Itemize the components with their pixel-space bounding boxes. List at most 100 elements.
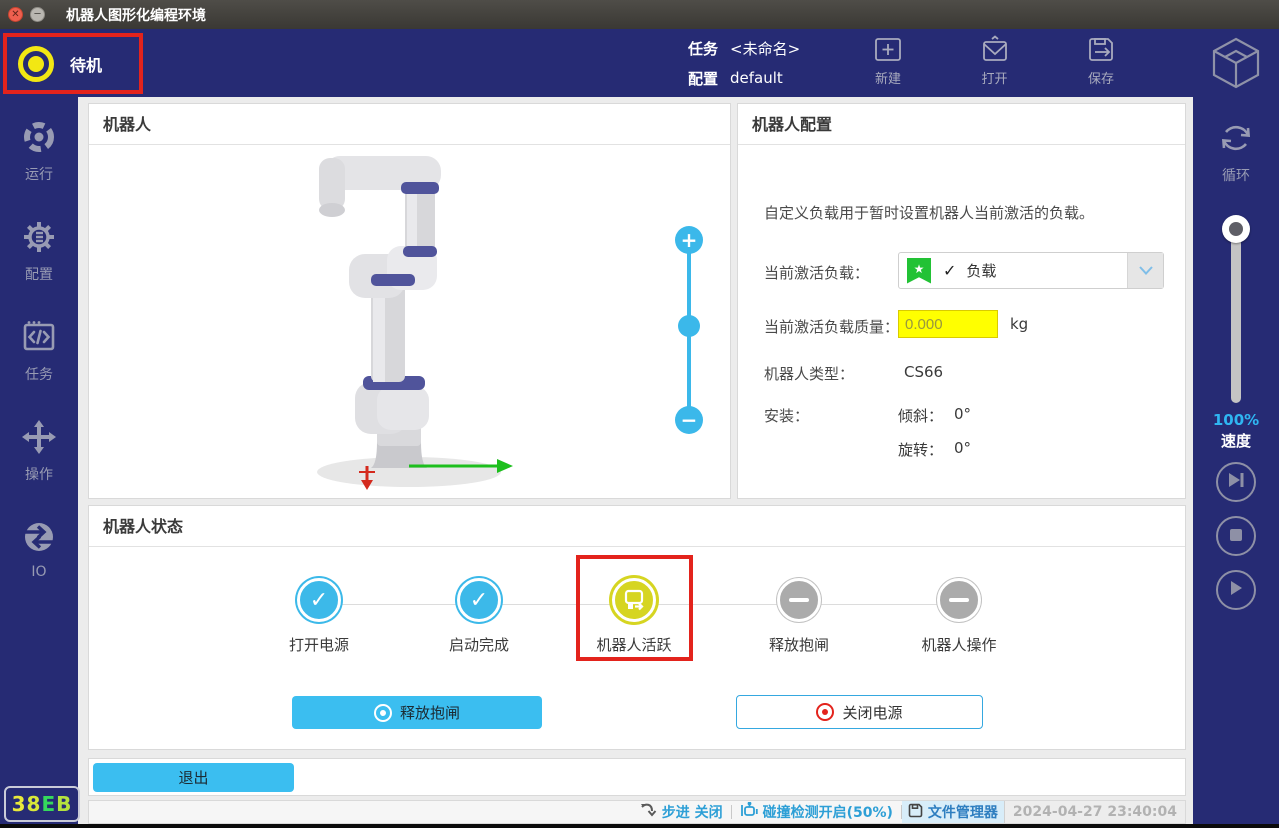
step-power-on-label: 打开电源 — [289, 634, 349, 655]
status-bar: 步进 关闭 碰撞检测开启(50%) 文件管理器 2024-0 — [88, 800, 1186, 824]
new-task-button[interactable]: 新建 — [872, 35, 904, 87]
status-panel-title: 机器人状态 — [89, 506, 1185, 547]
window-minimize-button[interactable]: ─ — [30, 7, 45, 22]
check-icon: ✓ — [297, 578, 341, 622]
tilt-label: 倾斜： — [898, 405, 943, 426]
active-payload-dropdown[interactable]: ★ ✓ 负载 — [898, 252, 1164, 289]
payload-description: 自定义负载用于暂时设置机器人当前激活的负载。 — [764, 202, 1094, 223]
gear-icon — [21, 219, 57, 259]
rotation-label: 旋转： — [898, 439, 943, 460]
payload-check-icon: ✓ — [943, 261, 956, 280]
config-label: 配置 — [688, 68, 718, 89]
play-button[interactable] — [1216, 570, 1256, 610]
release-brake-button[interactable]: 释放抱闸 — [292, 696, 542, 729]
collision-detection-indicator[interactable]: 碰撞检测开启(50%) — [732, 802, 901, 822]
header-actions: 新建 打开 — [872, 35, 1117, 87]
speed-slider[interactable] — [1193, 215, 1279, 405]
config-panel-title: 机器人配置 — [738, 104, 1185, 145]
power-off-button[interactable]: 关闭电源 — [736, 695, 983, 729]
run-icon — [21, 119, 57, 159]
robot-status-panel: 机器人状态 ✓ 打开电源 ✓ 启动完成 机器人活跃 释放抱闸 — [88, 505, 1186, 750]
open-task-button[interactable]: 打开 — [979, 35, 1011, 87]
sidebar-io-label: IO — [31, 564, 46, 580]
step-robot-operate-label: 机器人操作 — [921, 634, 996, 655]
power-off-button-label: 关闭电源 — [842, 702, 902, 723]
config-value: default — [730, 69, 783, 87]
step-startup-complete: ✓ 启动完成 — [421, 578, 537, 655]
speed-slider-knob[interactable] — [1222, 215, 1250, 243]
sidebar-task-label: 任务 — [25, 364, 53, 384]
target-icon — [374, 704, 392, 722]
save-task-label: 保存 — [1088, 68, 1114, 87]
open-file-icon — [979, 35, 1011, 65]
sidebar-item-operate[interactable]: 操作 — [0, 419, 78, 484]
exit-button[interactable]: 退出 — [93, 763, 294, 792]
zoom-out-button[interactable]: − — [675, 406, 703, 434]
stop-icon — [1229, 527, 1243, 546]
step-mode-icon — [640, 802, 657, 822]
file-manager-button[interactable]: 文件管理器 — [902, 801, 1004, 823]
right-sidebar: 循环 100% 速度 — [1193, 97, 1279, 824]
move-arrows-icon — [21, 419, 57, 459]
sidebar-item-io[interactable]: IO — [0, 519, 78, 580]
file-manager-label: 文件管理器 — [928, 802, 998, 822]
collision-detection-label: 碰撞检测开启(50%) — [763, 802, 893, 822]
zoom-in-button[interactable]: + — [675, 226, 703, 254]
save-icon — [1085, 35, 1117, 65]
sidebar-item-task[interactable]: 任务 — [0, 319, 78, 384]
window-title: 机器人图形化编程环境 — [66, 5, 206, 25]
standby-status-icon — [18, 46, 54, 82]
window-titlebar: ✕ ─ 机器人图形化编程环境 — [0, 0, 1279, 29]
sidebar-config-label: 配置 — [25, 264, 53, 284]
payload-bookmark-icon: ★ — [907, 258, 931, 284]
robot-programming-app: ✕ ─ 机器人图形化编程环境 待机 任务 <未命名> 配置 default — [0, 0, 1279, 828]
minus-icon — [777, 578, 821, 622]
task-value: <未命名> — [730, 38, 800, 59]
checksum-badge: 3 8 E B — [4, 786, 80, 822]
robot-mode-indicator[interactable]: 待机 — [3, 33, 143, 94]
step-startup-complete-label: 启动完成 — [449, 634, 509, 655]
step-mode-indicator[interactable]: 步进 关闭 — [632, 802, 731, 822]
robot-panel-title: 机器人 — [89, 104, 730, 145]
exit-row-panel: 退出 — [88, 758, 1186, 796]
new-file-icon — [872, 35, 904, 65]
window-close-button[interactable]: ✕ — [8, 7, 23, 22]
speed-percent-value: 100% — [1193, 411, 1279, 429]
zoom-slider-knob[interactable] — [678, 315, 700, 337]
step-robot-active: 机器人活跃 — [576, 578, 692, 655]
step-next-button[interactable] — [1216, 462, 1256, 502]
chevron-down-icon[interactable] — [1127, 253, 1163, 288]
save-task-button[interactable]: 保存 — [1085, 35, 1117, 87]
stop-button[interactable] — [1216, 516, 1256, 556]
standby-label: 待机 — [70, 52, 102, 76]
robot-type-value: CS66 — [904, 363, 943, 381]
sidebar-run-label: 运行 — [25, 164, 53, 184]
speed-slider-track[interactable] — [1231, 225, 1241, 403]
open-task-label: 打开 — [981, 68, 1007, 87]
robot-type-label: 机器人类型： — [764, 363, 854, 384]
step-mode-label: 步进 关闭 — [662, 802, 723, 822]
robot-config-panel: 机器人配置 自定义负载用于暂时设置机器人当前激活的负载。 当前激活负载： ★ ✓… — [737, 103, 1186, 499]
payload-mass-label: 当前激活负载质量： — [764, 316, 899, 337]
step-release-brake: 释放抱闸 — [741, 578, 857, 655]
play-icon — [1228, 580, 1244, 600]
loop-label: 循环 — [1222, 165, 1250, 185]
active-payload-value: 负载 — [966, 260, 996, 281]
payload-mass-input[interactable] — [898, 310, 998, 338]
new-task-label: 新建 — [875, 68, 901, 87]
sidebar-item-run[interactable]: 运行 — [0, 119, 78, 184]
code-window-icon — [21, 319, 57, 359]
mount-label: 安装： — [764, 405, 809, 426]
left-sidebar: 运行 配置 — [0, 97, 78, 824]
task-config-info: 任务 <未命名> 配置 default — [688, 29, 800, 97]
payload-mass-unit: kg — [1010, 315, 1028, 333]
active-payload-label: 当前激活负载： — [764, 262, 869, 283]
badge-char: 3 — [12, 792, 27, 816]
robot-panel: 机器人 — [88, 103, 731, 499]
loop-toggle[interactable]: 循环 — [1193, 119, 1279, 185]
system-timestamp: 2024-04-27 23:40:04 — [1004, 801, 1185, 823]
badge-char: 8 — [27, 792, 42, 816]
sidebar-item-config[interactable]: 配置 — [0, 219, 78, 284]
rotation-value: 0° — [954, 439, 971, 457]
robot-3d-view[interactable] — [259, 154, 579, 494]
